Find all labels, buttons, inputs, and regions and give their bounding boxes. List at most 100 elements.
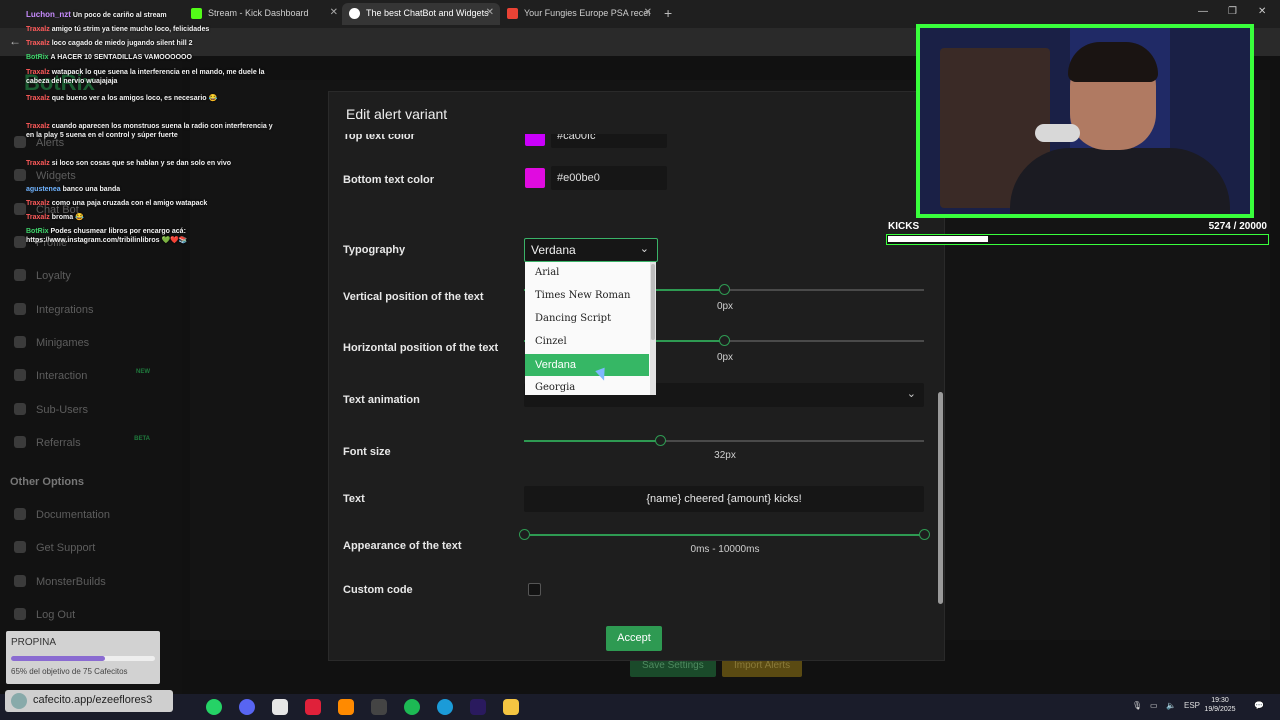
tab-botrix[interactable]: The best ChatBot and Widgets ✕ <box>342 3 500 25</box>
microphone-icon <box>1035 124 1080 142</box>
sidebar-item-widgets[interactable]: Widgets <box>14 169 174 185</box>
modal-scrollbar[interactable] <box>938 392 943 604</box>
chat-text: cuando aparecen los monstruos suena la r… <box>26 123 273 140</box>
horizontal-position-label: Horizontal position of the text <box>343 342 499 354</box>
kicks-progress-fill <box>888 236 988 242</box>
font-option-arial[interactable]: Arial <box>525 262 649 284</box>
support-icon <box>14 541 26 553</box>
chat-text: si loco son cosas que se hablan y se dan… <box>51 160 232 167</box>
minimize-button[interactable]: — <box>1198 6 1208 17</box>
close-window-button[interactable]: ✕ <box>1258 6 1266 17</box>
alert-text-input[interactable]: {name} cheered {amount} kicks! <box>524 486 924 512</box>
custom-code-checkbox[interactable] <box>528 583 541 596</box>
language-indicator[interactable]: ESP <box>1184 701 1200 710</box>
mic-tray-icon[interactable]: 🎙 <box>1132 701 1142 710</box>
chevron-down-icon: ⌄ <box>906 388 916 400</box>
cafecito-link[interactable]: cafecito.app/ezeeflores3 <box>5 690 173 712</box>
screen: Stream - Kick Dashboard ✕ The best ChatB… <box>0 0 1280 720</box>
sidebar-item-get-support[interactable]: Get Support <box>14 541 174 557</box>
restore-button[interactable]: ❐ <box>1228 6 1237 17</box>
chat-username: Traxalz <box>26 26 50 33</box>
shield-app-icon[interactable] <box>272 699 288 715</box>
premiere-icon[interactable] <box>470 699 486 715</box>
chevron-down-icon: ⌄ <box>639 243 649 255</box>
back-button[interactable]: ← <box>9 34 21 48</box>
volume-tray-icon[interactable]: 🔈 <box>1166 701 1176 710</box>
dropdown-scrollbar[interactable] <box>650 262 656 395</box>
webcam-streamer-hair <box>1068 42 1158 82</box>
font-size-slider-handle[interactable] <box>655 435 666 446</box>
bottom-text-color-swatch[interactable] <box>525 168 545 188</box>
chat-username: Traxalz <box>26 95 50 102</box>
close-icon[interactable]: ✕ <box>644 7 652 18</box>
folder-icon[interactable] <box>503 699 519 715</box>
close-icon[interactable]: ✕ <box>486 7 494 18</box>
sidebar-item-label: Widgets <box>36 170 76 182</box>
tab-gmail[interactable]: Your Fungies Europe PSA recei ✕ <box>500 3 658 25</box>
steam-icon[interactable] <box>437 699 453 715</box>
docs-icon <box>14 508 26 520</box>
integrations-icon <box>14 303 26 315</box>
network-tray-icon[interactable]: ▭ <box>1150 701 1158 710</box>
botrix-icon <box>349 8 360 19</box>
sidebar-item-label: Minigames <box>36 337 90 349</box>
sidebar-item-monsterbuilds[interactable]: MonsterBuilds <box>14 575 174 591</box>
obs-icon[interactable] <box>371 699 387 715</box>
close-icon[interactable]: ✕ <box>330 7 338 18</box>
notification-icon[interactable]: 💬 <box>1254 701 1264 710</box>
profile-icon <box>14 236 26 248</box>
top-text-color-swatch[interactable] <box>525 134 545 146</box>
typography-selected-value: Verdana <box>531 243 576 257</box>
dropdown-scroll-thumb[interactable] <box>651 264 655 340</box>
tab-label: Your Fungies Europe PSA recei <box>524 8 651 18</box>
red-app-icon[interactable] <box>305 699 321 715</box>
font-option-georgia[interactable]: Georgia <box>525 377 649 395</box>
chat-username: Traxalz <box>26 214 50 221</box>
top-text-color-input[interactable]: #ca00fc <box>551 134 667 148</box>
sidebar-item-integrations[interactable]: Integrations <box>14 303 174 319</box>
other-options-heading: Other Options <box>10 476 84 488</box>
chat-message: Traxalz broma 😂 <box>26 213 276 222</box>
new-tab-button[interactable]: + <box>664 5 672 21</box>
webcam-overlay <box>916 24 1254 218</box>
kicks-progress-bar <box>886 234 1269 245</box>
discord-icon[interactable] <box>239 699 255 715</box>
font-option-times-new-roman[interactable]: Times New Roman <box>525 285 649 307</box>
modal-title: Edit alert variant <box>346 106 448 122</box>
chat-username: Traxalz <box>26 200 50 207</box>
taskbar-clock[interactable]: 19:30 19/9/2025 <box>1200 696 1240 714</box>
sidebar-item-referrals[interactable]: Referrals BETA <box>14 436 174 452</box>
spotify-icon[interactable] <box>404 699 420 715</box>
font-option-cinzel[interactable]: Cinzel <box>525 331 649 353</box>
horizontal-slider-handle[interactable] <box>719 335 730 346</box>
chat-username: Traxalz <box>26 69 50 76</box>
appearance-range-track[interactable] <box>524 534 924 536</box>
vertical-slider-handle[interactable] <box>719 284 730 295</box>
typography-select[interactable]: Verdana ⌄ <box>524 238 658 262</box>
sidebar-item-minigames[interactable]: Minigames <box>14 336 174 352</box>
gamepad-icon <box>14 336 26 348</box>
sidebar-item-documentation[interactable]: Documentation <box>14 508 174 524</box>
cafecito-icon <box>11 693 27 709</box>
appearance-range-end-handle[interactable] <box>919 529 930 540</box>
sidebar-item-log-out[interactable]: Log Out <box>14 608 174 624</box>
chat-username: BotRix <box>26 54 49 61</box>
vertical-value: 0px <box>716 301 734 312</box>
chat-text: Un poco de cariño al stream <box>72 12 167 19</box>
music-icon <box>14 369 26 381</box>
webcam-streamer-body <box>1010 148 1230 214</box>
sidebar-item-label: Sub-Users <box>36 404 88 416</box>
accept-button[interactable]: Accept <box>606 626 662 651</box>
font-option-verdana[interactable]: Verdana <box>525 354 649 376</box>
bottom-text-color-input[interactable]: #e00be0 <box>551 166 667 190</box>
sidebar-item-loyalty[interactable]: Loyalty <box>14 269 174 285</box>
sidebar-item-sub-users[interactable]: Sub-Users <box>14 403 174 419</box>
chat-text: A HACER 10 SENTADILLAS VAMOOOOOO <box>50 54 192 61</box>
taskbar <box>0 694 1280 720</box>
font-option-dancing-script[interactable]: Dancing Script <box>525 308 649 330</box>
capcut-icon[interactable] <box>338 699 354 715</box>
whatsapp-icon[interactable] <box>206 699 222 715</box>
appearance-range-start-handle[interactable] <box>519 529 530 540</box>
chat-text: loco cagado de miedo jugando silent hill… <box>51 40 193 47</box>
sidebar-item-interaction[interactable]: Interaction NEW <box>14 369 174 385</box>
